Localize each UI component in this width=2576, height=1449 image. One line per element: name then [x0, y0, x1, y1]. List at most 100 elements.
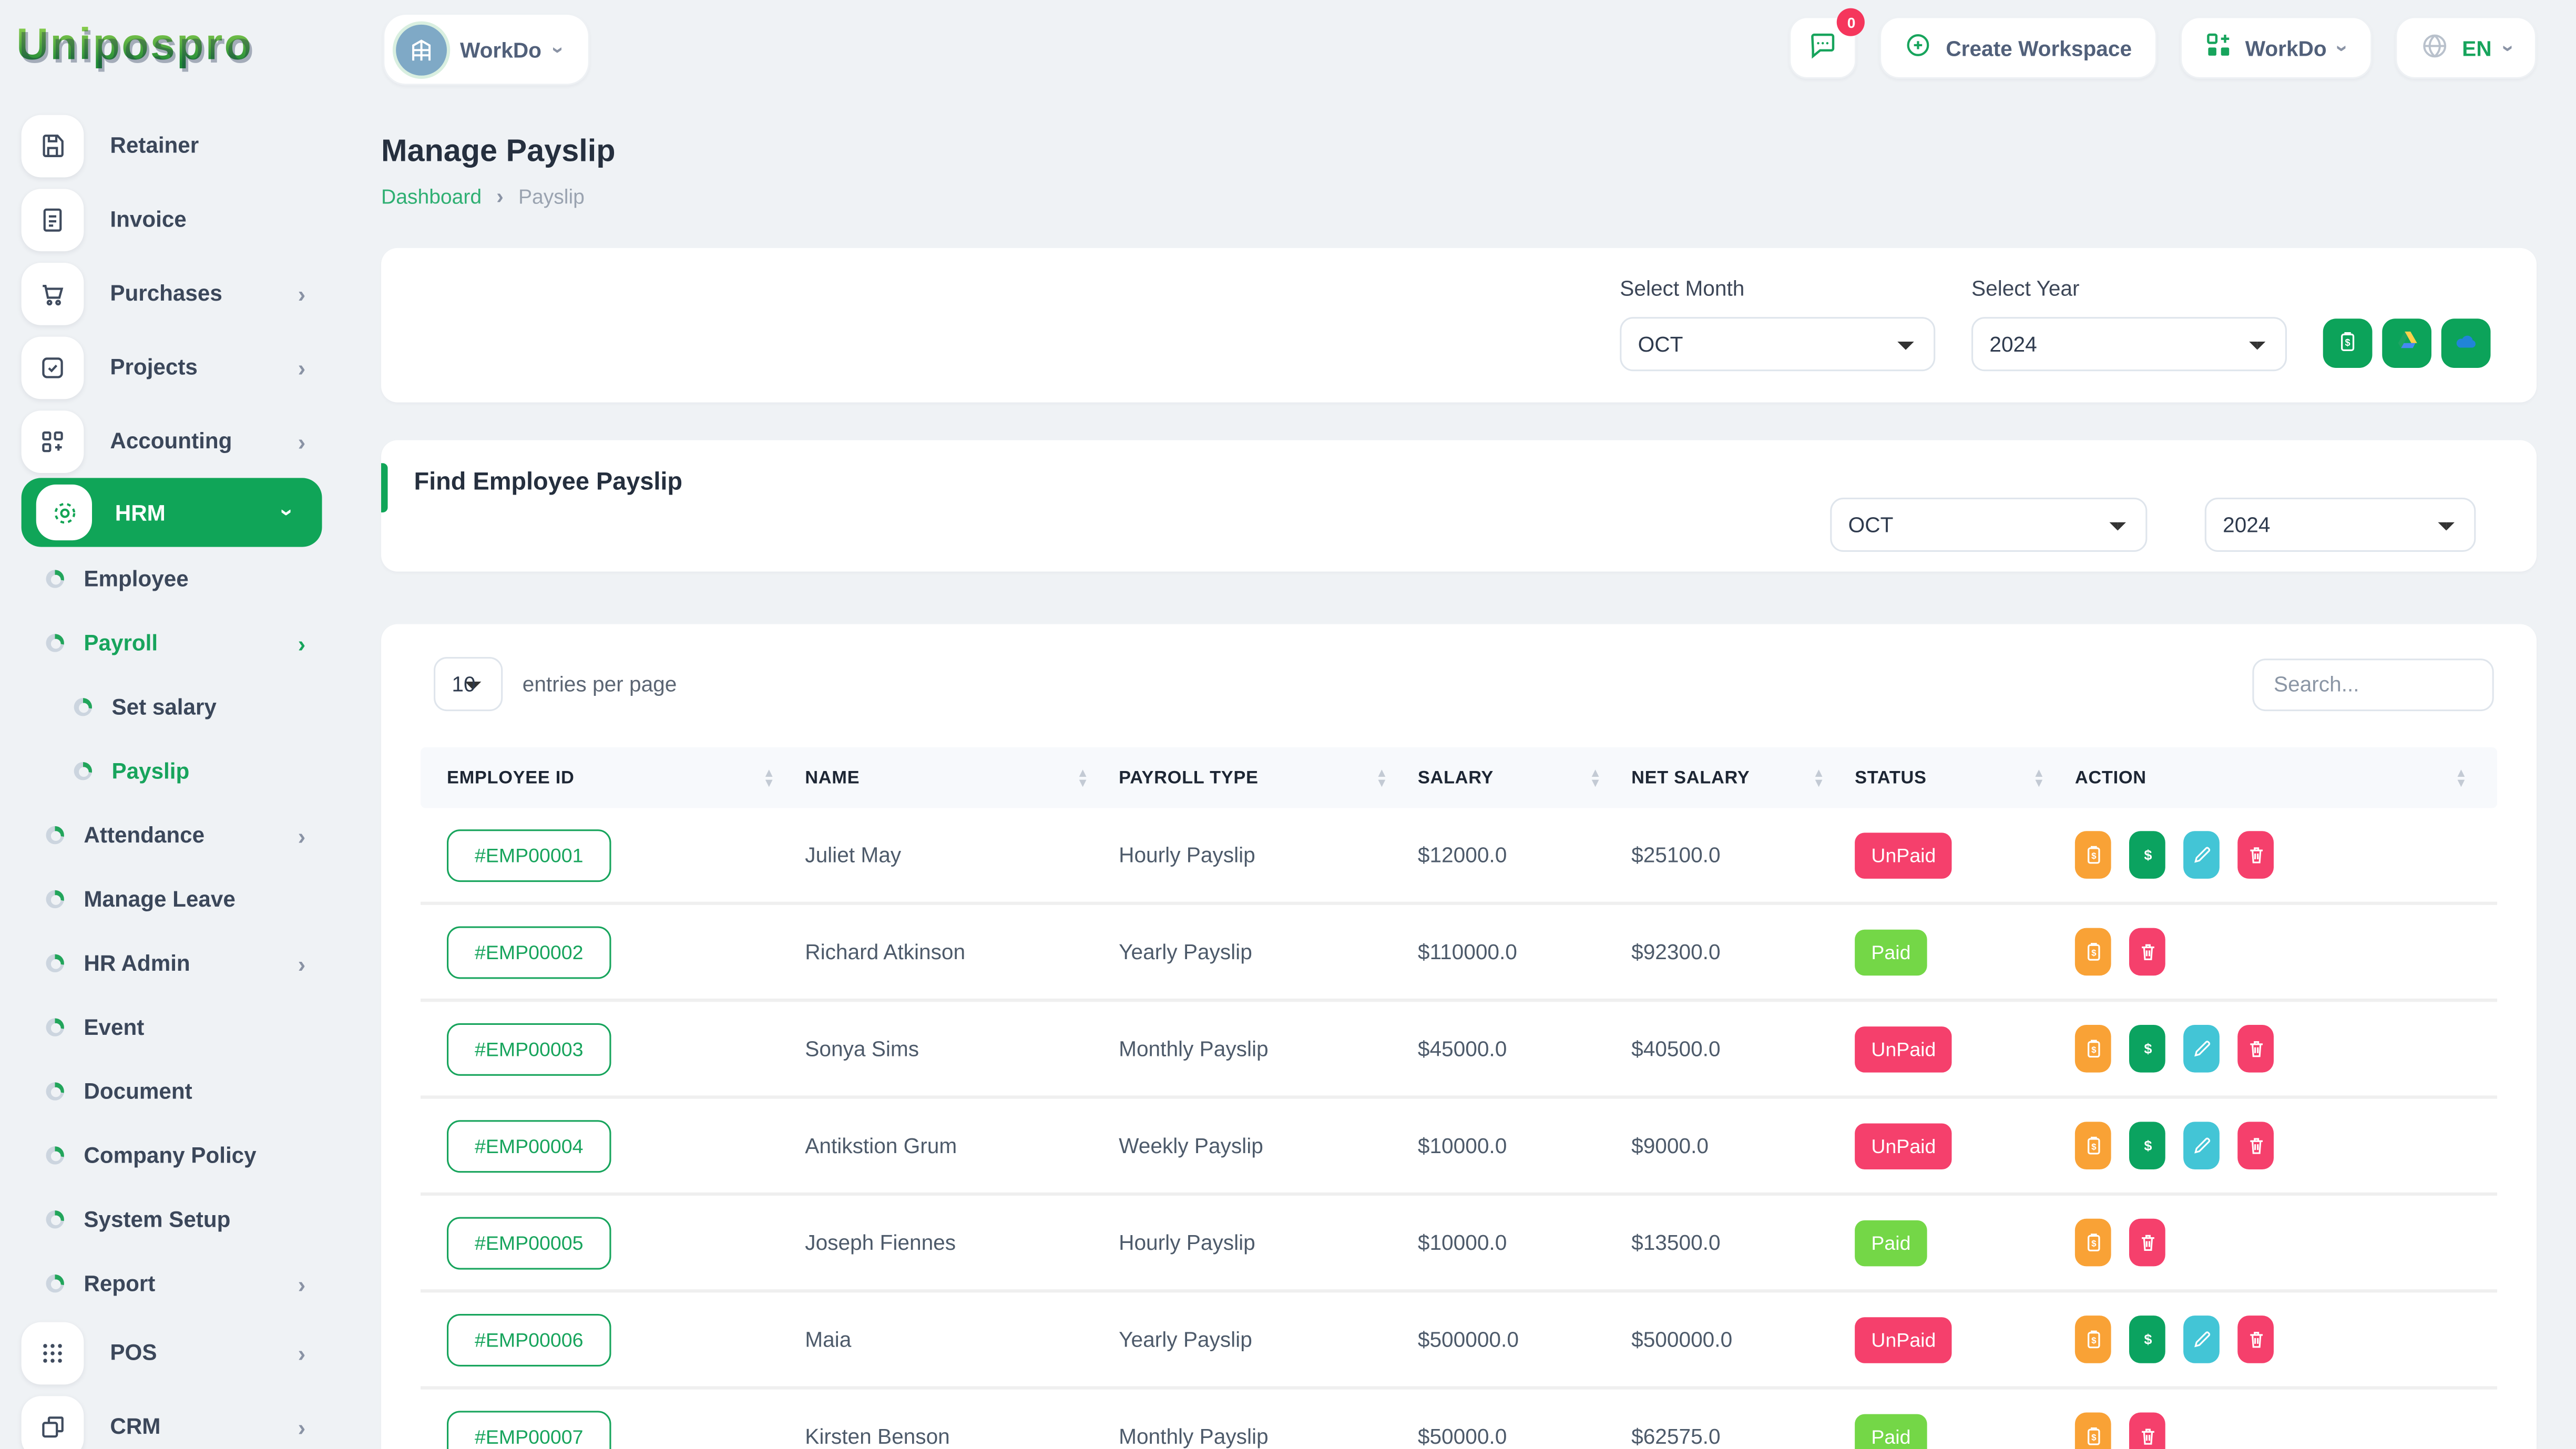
delete-button[interactable]: [2237, 1316, 2274, 1363]
column-header-salary[interactable]: SALARY▲▼: [1418, 768, 1631, 788]
sidebar-item-employee[interactable]: Employee: [0, 547, 365, 611]
column-header-name[interactable]: NAME▲▼: [805, 768, 1119, 788]
create-workspace-label: Create Workspace: [1946, 35, 2132, 60]
find-year-select[interactable]: 2024: [2205, 498, 2476, 552]
employee-id-cell: #EMP00005: [421, 1216, 805, 1269]
sidebar-item-manage-leave[interactable]: Manage Leave: [0, 867, 365, 931]
chevron-right-icon: ›: [298, 1413, 306, 1440]
bullet-ring-icon: [46, 1275, 64, 1292]
sidebar-item-payslip[interactable]: Payslip: [0, 739, 365, 803]
status-cell: Paid: [1855, 929, 2075, 975]
sort-icon[interactable]: ▲▼: [1376, 769, 1388, 787]
workspace-switcher[interactable]: WorkDo ›: [383, 13, 590, 86]
sidebar-item-purchases[interactable]: Purchases ›: [0, 256, 365, 331]
delete-button[interactable]: [2237, 1025, 2274, 1073]
task-check-icon: [22, 336, 84, 398]
column-header-employee-id[interactable]: EMPLOYEE ID▲▼: [421, 768, 805, 788]
column-header-status[interactable]: STATUS▲▼: [1855, 768, 2075, 788]
find-month-select[interactable]: OCT: [1830, 498, 2147, 552]
month-select[interactable]: OCT: [1620, 317, 1935, 371]
pay-button[interactable]: $: [2129, 831, 2165, 879]
sidebar-item-set-salary[interactable]: Set salary: [0, 675, 365, 739]
svg-text:$: $: [2091, 1045, 2096, 1055]
employee-id-link[interactable]: #EMP00005: [447, 1216, 611, 1269]
employee-id-cell: #EMP00001: [421, 829, 805, 881]
payroll-type-cell: Weekly Payslip: [1119, 1133, 1418, 1158]
payslip-button[interactable]: $: [2075, 1219, 2111, 1267]
google-drive-export-button[interactable]: [2382, 318, 2431, 368]
edit-button[interactable]: [2183, 1316, 2220, 1363]
net-salary-cell: $40500.0: [1631, 1036, 1855, 1061]
year-select[interactable]: 2024: [1971, 317, 2287, 371]
payslip-button[interactable]: $: [2075, 1413, 2111, 1449]
pay-button[interactable]: $: [2129, 1025, 2165, 1073]
sidebar-item-payroll[interactable]: Payroll ›: [0, 611, 365, 675]
entries-per-page-select[interactable]: 10: [434, 657, 503, 711]
workspace-name: WorkDo: [460, 37, 541, 61]
breadcrumb-dashboard-link[interactable]: Dashboard: [381, 185, 482, 208]
sidebar-item-accounting[interactable]: Accounting ›: [0, 404, 365, 478]
workdo-menu-button[interactable]: WorkDo ›: [2180, 16, 2371, 79]
sidebar-item-pos[interactable]: POS ›: [0, 1316, 365, 1390]
table-body: #EMP00001 Juliet May Hourly Payslip $120…: [421, 808, 2497, 1449]
sort-icon[interactable]: ▲▼: [2033, 769, 2046, 787]
payslip-button[interactable]: $: [2075, 1025, 2111, 1073]
sidebar-item-report[interactable]: Report ›: [0, 1251, 365, 1316]
sidebar-item-hrm[interactable]: HRM ›: [22, 478, 322, 547]
sidebar-item-retainer[interactable]: Retainer: [0, 108, 365, 182]
delete-button[interactable]: [2129, 928, 2165, 976]
messages-count-badge: 0: [1837, 8, 1865, 36]
onedrive-export-button[interactable]: [2441, 318, 2491, 368]
delete-button[interactable]: [2129, 1413, 2165, 1449]
pay-button[interactable]: $: [2129, 1316, 2165, 1363]
svg-text:$: $: [2143, 1137, 2151, 1154]
pay-button[interactable]: $: [2129, 1122, 2165, 1169]
search-input[interactable]: [2252, 658, 2493, 711]
bullet-ring-icon: [46, 1019, 64, 1036]
sort-icon[interactable]: ▲▼: [1813, 769, 1825, 787]
column-header-net-salary[interactable]: NET SALARY▲▼: [1631, 768, 1855, 788]
sidebar-item-projects[interactable]: Projects ›: [0, 330, 365, 404]
sort-icon[interactable]: ▲▼: [763, 769, 775, 787]
employee-id-link[interactable]: #EMP00006: [447, 1313, 611, 1365]
chevron-down-icon: ›: [2496, 44, 2521, 52]
delete-button[interactable]: [2129, 1219, 2165, 1267]
delete-button[interactable]: [2237, 1122, 2274, 1169]
employee-id-link[interactable]: #EMP00003: [447, 1022, 611, 1075]
svg-text:$: $: [2143, 1331, 2151, 1348]
salary-cell: $10000.0: [1418, 1230, 1631, 1255]
employee-id-link[interactable]: #EMP00001: [447, 829, 611, 881]
sidebar-item-crm[interactable]: CRM ›: [0, 1390, 365, 1449]
sidebar-item-event[interactable]: Event: [0, 995, 365, 1060]
onedrive-cloud-icon: [2453, 327, 2479, 358]
edit-button[interactable]: [2183, 1122, 2220, 1169]
language-selector[interactable]: EN ›: [2395, 16, 2537, 79]
chevron-down-icon: ›: [275, 509, 302, 517]
payslip-button[interactable]: $: [2075, 1122, 2111, 1169]
payslip-button[interactable]: $: [2075, 928, 2111, 976]
sidebar-item-company-policy[interactable]: Company Policy: [0, 1124, 365, 1188]
column-header-payroll-type[interactable]: PAYROLL TYPE▲▼: [1119, 768, 1418, 788]
sort-icon[interactable]: ▲▼: [1589, 769, 1602, 787]
messages-button[interactable]: 0: [1790, 16, 1857, 79]
column-header-action[interactable]: ACTION▲▼: [2075, 768, 2497, 788]
payslip-button[interactable]: $: [2075, 1316, 2111, 1363]
sort-icon[interactable]: ▲▼: [1077, 769, 1089, 787]
sidebar-item-document[interactable]: Document: [0, 1060, 365, 1124]
workspace-building-icon: [396, 24, 447, 75]
sidebar-item-invoice[interactable]: Invoice: [0, 182, 365, 256]
employee-id-link[interactable]: #EMP00007: [447, 1410, 611, 1449]
sidebar-item-attendance[interactable]: Attendance ›: [0, 803, 365, 867]
delete-button[interactable]: [2237, 831, 2274, 879]
edit-button[interactable]: [2183, 831, 2220, 879]
sort-icon[interactable]: ▲▼: [2455, 769, 2468, 787]
employee-id-link[interactable]: #EMP00002: [447, 926, 611, 978]
sidebar-item-hr-admin[interactable]: HR Admin ›: [0, 931, 365, 995]
edit-button[interactable]: [2183, 1025, 2220, 1073]
generate-payslip-button[interactable]: $: [2323, 318, 2373, 368]
find-payslip-card: Find Employee Payslip OCT 2024: [381, 440, 2537, 572]
employee-id-link[interactable]: #EMP00004: [447, 1119, 611, 1172]
create-workspace-button[interactable]: Create Workspace: [1880, 16, 2156, 79]
sidebar-item-system-setup[interactable]: System Setup: [0, 1187, 365, 1251]
payslip-button[interactable]: $: [2075, 831, 2111, 879]
